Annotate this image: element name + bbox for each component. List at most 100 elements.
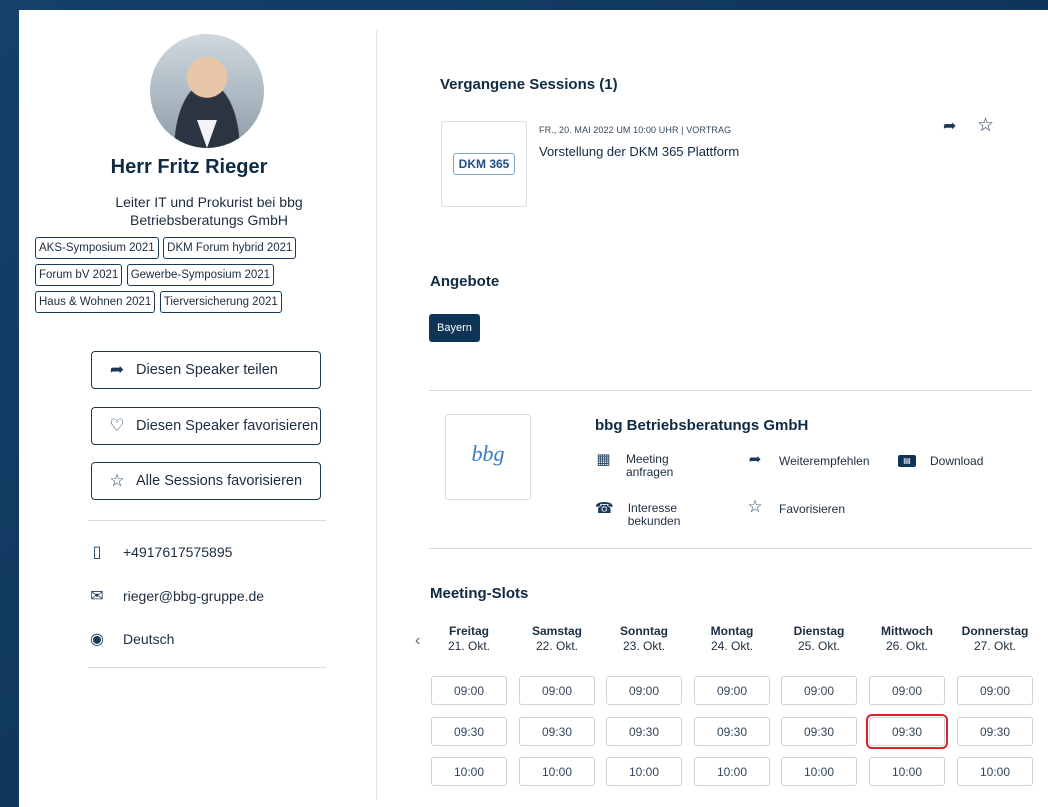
favorite-company-label: Favorisieren <box>779 502 846 516</box>
day-date: 23. Okt. <box>622 639 666 653</box>
chevron-left-icon[interactable]: ‹ <box>415 632 420 650</box>
event-tag[interactable]: Tierversicherung 2021 <box>159 291 282 313</box>
divider <box>429 390 1032 391</box>
time-slot-button[interactable]: 09:30 <box>781 717 857 746</box>
day-date: 21. Okt. <box>447 639 491 653</box>
column-divider <box>376 30 377 800</box>
time-slot-button[interactable]: 09:00 <box>431 676 507 705</box>
day-date: 25. Okt. <box>797 639 841 653</box>
meeting-slots-heading: Meeting-Slots <box>430 585 529 602</box>
time-slot-button[interactable]: 10:00 <box>606 757 682 786</box>
share-arrow-icon: ➦ <box>109 360 125 379</box>
share-speaker-label: Diesen Speaker teilen <box>136 362 278 378</box>
time-slot-button[interactable]: 09:00 <box>694 676 770 705</box>
speaker-page: Herr Fritz Rieger Leiter IT und Prokuris… <box>19 10 1048 807</box>
recommend-button[interactable]: ➦ Weiterempfehlen <box>745 451 870 468</box>
meeting-request-button[interactable]: ▦ Meeting anfragen <box>595 451 705 479</box>
day-header: Sonntag 23. Okt. <box>606 624 682 654</box>
favorite-speaker-button[interactable]: ♡ Diesen Speaker favorisieren <box>91 407 321 445</box>
time-slot-button[interactable]: 10:00 <box>869 757 945 786</box>
recommend-label: Weiterempfehlen <box>779 454 870 468</box>
favorite-sessions-button[interactable]: ☆ Alle Sessions favorisieren <box>91 462 321 500</box>
day-header: Samstag 22. Okt. <box>519 624 595 654</box>
day-header: Freitag 21. Okt. <box>431 624 507 654</box>
past-sessions-heading: Vergangene Sessions (1) <box>440 76 618 93</box>
calendar-icon: ▦ <box>596 451 611 468</box>
day-header: Montag 24. Okt. <box>694 624 770 654</box>
event-tag[interactable]: AKS-Symposium 2021 <box>35 237 159 259</box>
interest-label: Interesse bekunden <box>627 501 681 528</box>
time-slot-button[interactable]: 10:00 <box>694 757 770 786</box>
divider <box>88 667 326 668</box>
offer-badge[interactable]: Bayern <box>429 314 480 342</box>
event-tag[interactable]: Forum bV 2021 <box>35 264 123 286</box>
day-name: Montag <box>710 624 754 638</box>
language-bubble-icon: ◉ <box>90 631 104 648</box>
time-slot-button[interactable]: 09:00 <box>869 676 945 705</box>
session-logo[interactable]: DKM 365 <box>441 121 527 207</box>
time-slot-button[interactable]: 09:00 <box>957 676 1033 705</box>
avatar <box>150 34 264 148</box>
phone-row[interactable]: ▯ +4917617575895 <box>87 542 233 562</box>
offers-heading: Angebote <box>430 273 500 290</box>
share-arrow-icon[interactable]: ➦ <box>943 116 956 136</box>
star-icon[interactable]: ☆ <box>977 114 994 137</box>
time-slot-button[interactable]: 09:00 <box>781 676 857 705</box>
time-slot-button[interactable]: 10:00 <box>431 757 507 786</box>
day-date: 27. Okt. <box>973 639 1017 653</box>
language: Deutsch <box>123 631 175 647</box>
star-icon: ☆ <box>747 497 763 516</box>
time-slot-button[interactable]: 10:00 <box>519 757 595 786</box>
divider <box>429 548 1032 549</box>
time-slot-button[interactable]: 09:00 <box>606 676 682 705</box>
day-name: Samstag <box>531 624 583 638</box>
time-slot-button[interactable]: 09:30 <box>519 717 595 746</box>
day-date: 26. Okt. <box>885 639 929 653</box>
share-arrow-icon: ➦ <box>748 451 762 468</box>
day-date: 22. Okt. <box>535 639 579 653</box>
favorite-speaker-label: Diesen Speaker favorisieren <box>136 418 319 434</box>
download-button[interactable]: ▤ Download <box>898 455 983 468</box>
event-tag[interactable]: Haus & Wohnen 2021 <box>35 291 156 313</box>
speaker-sidebar: Herr Fritz Rieger Leiter IT und Prokuris… <box>19 10 359 807</box>
session-logo-text: DKM 365 <box>452 153 516 175</box>
language-row: ◉ Deutsch <box>87 629 174 649</box>
time-slot-button[interactable]: 10:00 <box>957 757 1033 786</box>
company-name[interactable]: bbg Betriebsberatungs GmbH <box>595 417 808 434</box>
day-header: Donnerstag 27. Okt. <box>957 624 1033 654</box>
phone-icon: ▯ <box>92 544 102 561</box>
email-address: rieger@bbg-gruppe.de <box>123 588 265 604</box>
star-icon: ☆ <box>109 471 125 490</box>
day-name: Donnerstag <box>961 624 1029 638</box>
speaker-role: Leiter IT und Prokurist bei bbg Betriebs… <box>115 194 303 228</box>
mail-icon: ✉ <box>90 588 104 605</box>
card-icon: ▤ <box>898 455 916 467</box>
day-name: Mittwoch <box>881 624 933 638</box>
session-meta: FR., 20. MAI 2022 UM 10:00 UHR | VORTRAG <box>539 125 732 135</box>
day-header: Mittwoch 26. Okt. <box>869 624 945 654</box>
time-slot-button[interactable]: 09:00 <box>519 676 595 705</box>
day-name: Sonntag <box>620 624 668 638</box>
session-title[interactable]: Vorstellung der DKM 365 Plattform <box>539 144 739 159</box>
company-logo[interactable]: bbg <box>445 414 531 500</box>
time-slot-button[interactable]: 09:30 <box>694 717 770 746</box>
meeting-request-label: Meeting anfragen <box>625 452 674 479</box>
interest-button[interactable]: ☎ Interesse bekunden <box>595 501 705 528</box>
day-header: Dienstag 25. Okt. <box>781 624 857 654</box>
time-slot-button[interactable]: 09:30 <box>606 717 682 746</box>
divider <box>88 520 326 521</box>
day-name: Freitag <box>448 624 489 638</box>
company-logo-text: bbg <box>471 440 505 466</box>
time-slot-button[interactable]: 09:30 <box>957 717 1033 746</box>
time-slot-button[interactable]: 09:30 <box>866 714 948 749</box>
heart-icon: ♡ <box>109 416 125 435</box>
event-tag[interactable]: DKM Forum hybrid 2021 <box>163 237 297 259</box>
favorite-company-button[interactable]: ☆ Favorisieren <box>745 497 846 516</box>
time-slot-button[interactable]: 09:30 <box>431 717 507 746</box>
share-speaker-button[interactable]: ➦ Diesen Speaker teilen <box>91 351 321 389</box>
event-tag[interactable]: Gewerbe-Symposium 2021 <box>126 264 275 286</box>
event-tags: AKS-Symposium 2021 DKM Forum hybrid 2021… <box>35 237 345 318</box>
time-slot-button[interactable]: 10:00 <box>781 757 857 786</box>
email-row[interactable]: ✉ rieger@bbg-gruppe.de <box>87 586 264 606</box>
favorite-sessions-label: Alle Sessions favorisieren <box>136 473 303 489</box>
